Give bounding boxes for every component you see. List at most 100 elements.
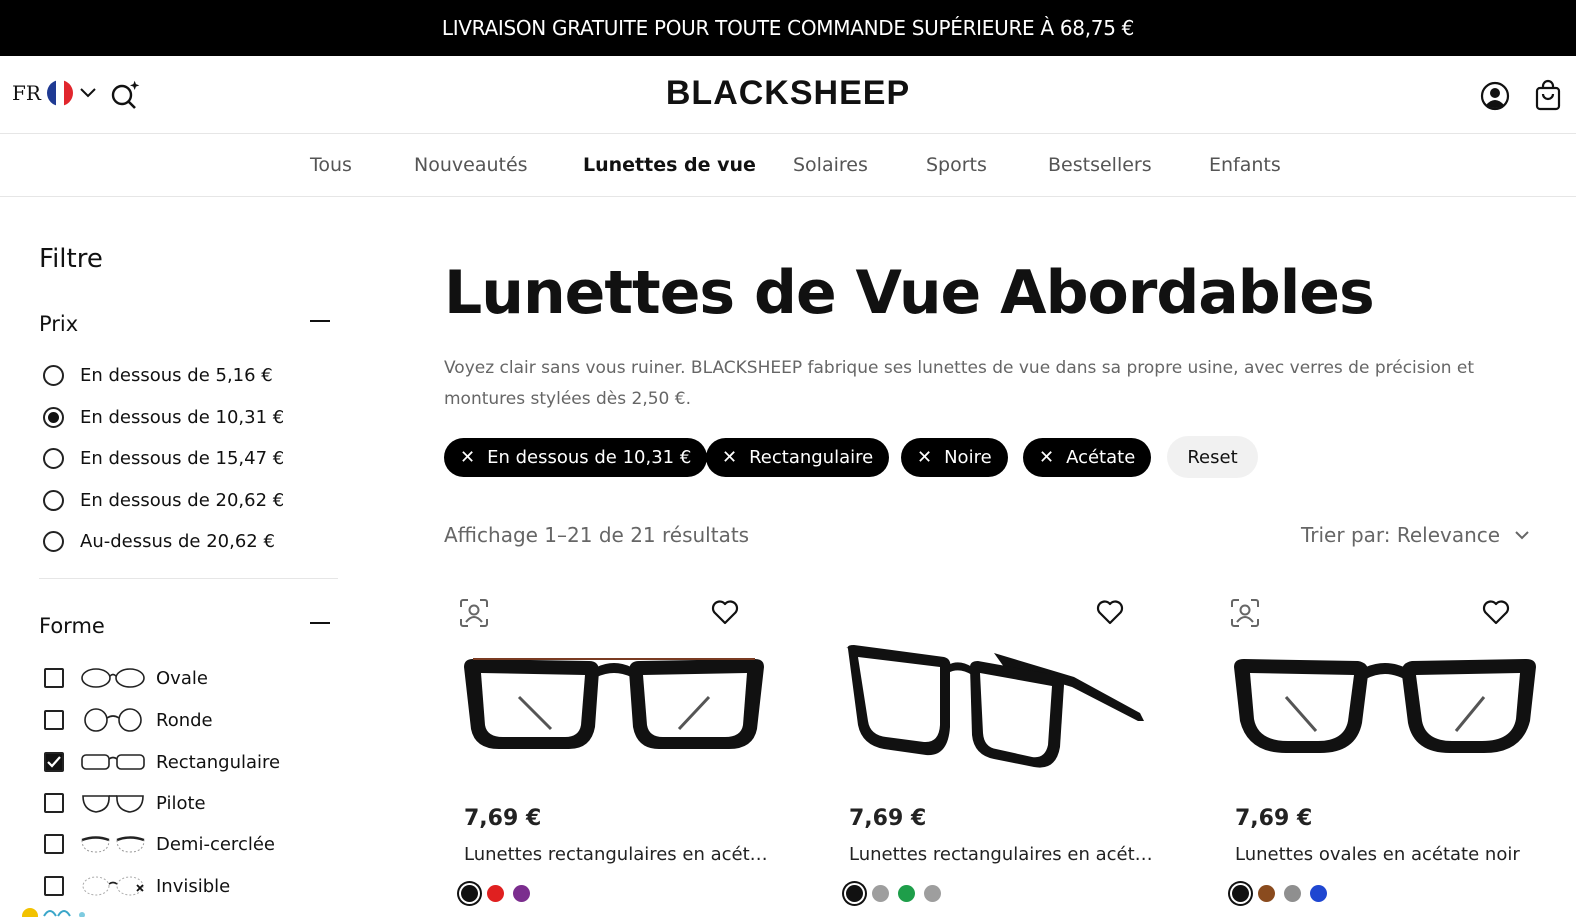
product-name[interactable]: Lunettes ovales en acétate noir — [1235, 844, 1540, 865]
product-name[interactable]: Lunettes rectangulaires en acétat… — [464, 844, 769, 865]
site-logo[interactable]: BLACKSHEEP — [0, 74, 1576, 113]
price-option-label: En dessous de 20,62 € — [80, 490, 285, 511]
nav-item-solaires[interactable]: Solaires — [793, 154, 868, 176]
price-option-label: En dessous de 15,47 € — [80, 448, 285, 469]
product-price: 7,69 € — [849, 806, 927, 831]
price-option[interactable]: En dessous de 5,16 € — [43, 365, 273, 386]
color-swatch-green[interactable] — [898, 885, 915, 902]
product-price: 7,69 € — [464, 806, 542, 831]
active-filter-chip[interactable]: ✕ En dessous de 10,31 € — [444, 438, 708, 477]
price-section-title[interactable]: Prix — [39, 312, 78, 336]
color-swatch-purple[interactable] — [513, 885, 530, 902]
aviator-frame-icon — [82, 795, 144, 813]
price-option-label: Au-dessus de 20,62 € — [80, 531, 275, 552]
product-price: 7,69 € — [1235, 806, 1313, 831]
price-option[interactable]: En dessous de 15,47 € — [43, 448, 284, 469]
rectangular-frame-icon — [81, 754, 145, 770]
close-icon[interactable]: ✕ — [722, 447, 737, 468]
product-card[interactable]: 7,69 € Lunettes rectangulaires en acétat… — [449, 592, 779, 917]
rimless-frame-icon — [82, 876, 144, 896]
virtual-try-on-icon[interactable] — [459, 598, 489, 628]
intro-text: Voyez clair sans vous ruiner. BLACKSHEEP… — [444, 358, 1475, 409]
checkbox[interactable] — [44, 710, 64, 730]
radio-button-selected[interactable] — [43, 407, 64, 428]
checkbox[interactable] — [44, 876, 64, 896]
chevron-down-icon — [1515, 531, 1529, 540]
site-header: FR BLACKSHEEP — [0, 56, 1576, 134]
chip-label: Rectangulaire — [749, 447, 874, 468]
product-card[interactable]: 7,69 € Lunettes ovales en acétate noir — [1220, 592, 1550, 917]
close-icon[interactable]: ✕ — [460, 447, 475, 468]
shape-option-pilote[interactable]: Pilote — [44, 791, 206, 815]
radio-button[interactable] — [43, 531, 64, 552]
radio-button[interactable] — [43, 365, 64, 386]
oval-frame-icon — [81, 668, 145, 688]
mascot-icon[interactable] — [20, 902, 100, 917]
product-card[interactable]: 7,69 € Lunettes rectangulaires en acétat… — [834, 592, 1164, 917]
nav-item-enfants[interactable]: Enfants — [1209, 154, 1281, 176]
nav-item-sports[interactable]: Sports — [926, 154, 987, 176]
checkbox[interactable] — [44, 834, 64, 854]
shape-section-title[interactable]: Forme — [39, 614, 105, 638]
shape-option-rectangulaire[interactable]: Rectangulaire — [44, 750, 280, 774]
color-swatch-gray[interactable] — [872, 885, 889, 902]
heart-icon[interactable] — [1096, 599, 1124, 625]
color-swatches — [1232, 885, 1327, 902]
color-swatch-black[interactable] — [846, 885, 863, 902]
radio-button[interactable] — [43, 448, 64, 469]
color-swatch-gray[interactable] — [924, 885, 941, 902]
sort-dropdown[interactable]: Trier par: Relevance — [1301, 523, 1530, 547]
chip-label: En dessous de 10,31 € — [487, 447, 692, 468]
collapse-minus-icon[interactable] — [310, 320, 330, 322]
chip-label: Acétate — [1066, 447, 1136, 468]
virtual-try-on-icon[interactable] — [1230, 598, 1260, 628]
heart-icon[interactable] — [1482, 599, 1510, 625]
reset-filters-button[interactable]: Reset — [1167, 436, 1258, 478]
shape-option-label: Demi-cerclée — [156, 833, 275, 855]
nav-item-nouveautes[interactable]: Nouveautés — [414, 154, 528, 176]
shape-option-invisible[interactable]: Invisible — [44, 874, 230, 898]
color-swatch-gray[interactable] — [1284, 885, 1301, 902]
shape-option-demi-cerclee[interactable]: Demi-cerclée — [44, 832, 275, 856]
close-icon[interactable]: ✕ — [917, 447, 932, 468]
price-option-label: En dessous de 10,31 € — [80, 407, 285, 428]
round-frame-icon — [84, 708, 142, 732]
product-image[interactable] — [1230, 637, 1540, 777]
product-image[interactable] — [459, 637, 769, 777]
color-swatch-black[interactable] — [461, 885, 478, 902]
results-count: Affichage 1–21 de 21 résultats — [444, 523, 750, 547]
account-icon[interactable] — [1480, 81, 1510, 111]
shape-option-label: Invisible — [156, 875, 231, 897]
shape-option-ronde[interactable]: Ronde — [44, 708, 213, 732]
collapse-minus-icon[interactable] — [310, 622, 330, 624]
price-option[interactable]: Au-dessus de 20,62 € — [43, 531, 275, 552]
price-option[interactable]: En dessous de 10,31 € — [43, 407, 284, 428]
sort-label: Trier par: Relevance — [1301, 523, 1501, 547]
checkbox-checked[interactable] — [44, 752, 64, 772]
shopping-bag-icon[interactable] — [1534, 79, 1562, 111]
color-swatch-blue[interactable] — [1310, 885, 1327, 902]
active-filter-chip[interactable]: ✕ Noire — [901, 438, 1008, 477]
active-filter-chip[interactable]: ✕ Acétate — [1023, 438, 1152, 477]
checkbox[interactable] — [44, 793, 64, 813]
color-swatches — [846, 885, 941, 902]
active-filter-chip[interactable]: ✕ Rectangulaire — [706, 438, 890, 477]
price-option[interactable]: En dessous de 20,62 € — [43, 490, 284, 511]
checkbox[interactable] — [44, 668, 64, 688]
shape-option-label: Rectangulaire — [156, 751, 281, 773]
product-name[interactable]: Lunettes rectangulaires en acétat… — [849, 844, 1154, 865]
radio-button[interactable] — [43, 490, 64, 511]
nav-item-tous[interactable]: Tous — [310, 154, 352, 176]
color-swatch-brown[interactable] — [1258, 885, 1275, 902]
price-option-label: En dessous de 5,16 € — [80, 365, 273, 386]
color-swatch-black[interactable] — [1232, 885, 1249, 902]
checkmark-icon — [47, 756, 61, 768]
color-swatch-red[interactable] — [487, 885, 504, 902]
shape-option-ovale[interactable]: Ovale — [44, 666, 208, 690]
product-image[interactable] — [844, 637, 1154, 777]
shape-option-label: Pilote — [156, 792, 206, 814]
nav-item-lunettes-de-vue[interactable]: Lunettes de vue — [583, 154, 756, 176]
nav-item-bestsellers[interactable]: Bestsellers — [1048, 154, 1152, 176]
heart-icon[interactable] — [711, 599, 739, 625]
close-icon[interactable]: ✕ — [1039, 447, 1054, 468]
